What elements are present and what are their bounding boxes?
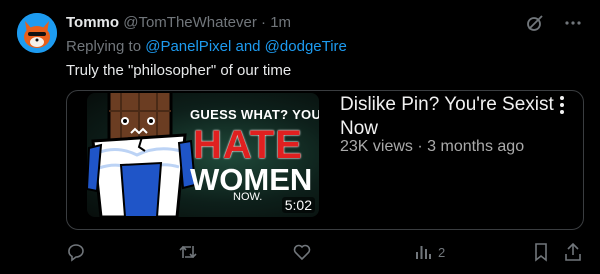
reply-button[interactable] (66, 241, 86, 263)
replying-prefix: Replying to (66, 38, 142, 55)
share-icon (565, 242, 581, 261)
replying-mentions[interactable]: @PanelPixel and @dodgeTire (145, 38, 347, 55)
tweet-header: Tommo @TomTheWhatever · 1m (66, 14, 291, 32)
video-more-icon[interactable] (557, 95, 567, 115)
bookmark-icon (535, 243, 547, 262)
tweet-top-actions (525, 13, 583, 33)
video-duration: 5:02 (281, 197, 315, 213)
bookmark-button[interactable] (532, 241, 550, 263)
replying-to: Replying to @PanelPixel and @dodgeTire (66, 38, 347, 55)
thumbnail-line-4: NOW. (233, 191, 263, 203)
views-button[interactable]: 2 (414, 241, 445, 263)
video-title[interactable]: Dislike Pin? You're Sexist Now (340, 93, 555, 141)
retweet-icon (179, 245, 197, 259)
avatar[interactable] (17, 13, 57, 53)
separator-dot: · (261, 14, 267, 31)
retweet-button[interactable] (178, 241, 198, 263)
views-icon (416, 246, 431, 259)
action-bar: 2 (66, 241, 584, 263)
like-icon (293, 244, 311, 261)
tweet[interactable]: Tommo @TomTheWhatever · 1m Replying to @… (0, 0, 600, 274)
like-button[interactable] (292, 241, 312, 263)
grok-icon[interactable] (525, 13, 545, 33)
video-meta: 23K views · 3 months ago (340, 138, 525, 155)
video-card[interactable]: GUESS WHAT? YOU HATE WOMEN NOW. 5:02 Dis… (66, 90, 584, 230)
thumbnail-line-1: GUESS WHAT? YOU (190, 107, 319, 122)
reply-icon (68, 244, 84, 262)
video-thumbnail[interactable]: GUESS WHAT? YOU HATE WOMEN NOW. 5:02 (87, 93, 319, 217)
more-icon[interactable] (563, 13, 583, 33)
user-handle[interactable]: @TomTheWhatever (123, 14, 257, 31)
tweet-text: Truly the "philosopher" of our time (66, 62, 292, 79)
timestamp[interactable]: 1m (270, 14, 291, 31)
display-name[interactable]: Tommo (66, 14, 119, 31)
views-count: 2 (438, 244, 446, 260)
share-button[interactable] (564, 241, 582, 263)
